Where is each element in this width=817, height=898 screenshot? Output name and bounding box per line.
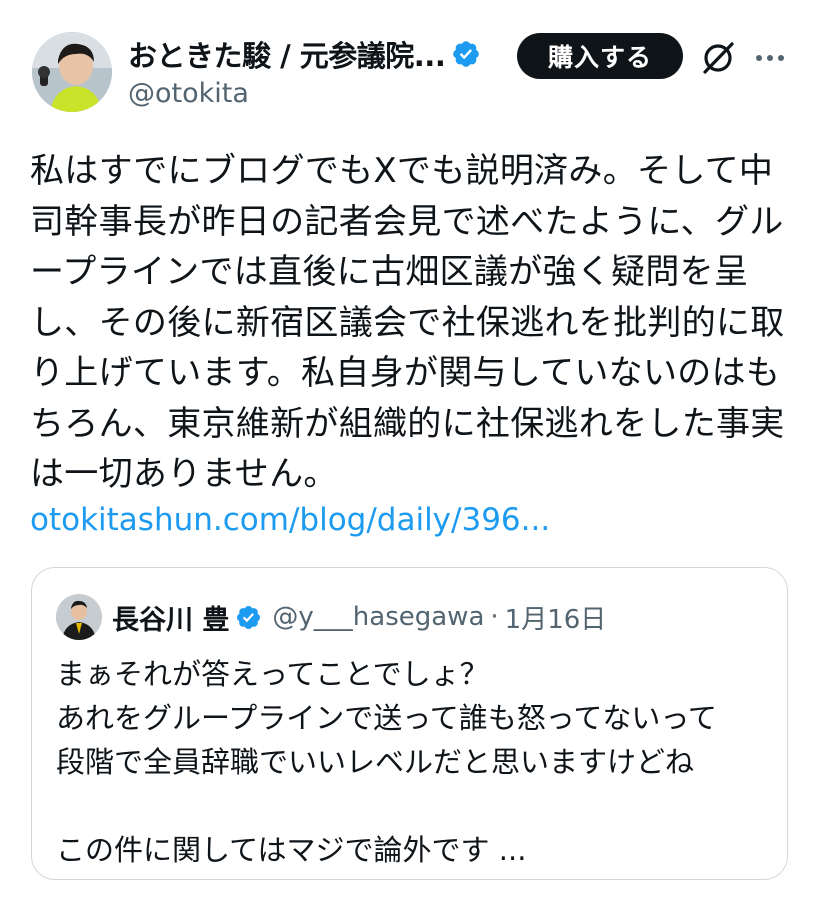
author-photo bbox=[32, 32, 112, 112]
tweet-text-line: ちろん、東京維新が組織的に社保逃れをした事実 bbox=[30, 403, 785, 444]
author-avatar[interactable] bbox=[32, 32, 112, 112]
tweet-text: 私はすでにブログでもXでも説明済み。そして中 司幹事長が昨日の記者会見で述べたよ… bbox=[30, 146, 790, 500]
quote-tweet-card[interactable]: 長谷川 豊 @y___hasegawa · 1月16日 まぁそれが答えってことで… bbox=[31, 567, 788, 880]
quote-text-line: この件に関してはマジで論外です ... bbox=[56, 833, 527, 867]
quote-text: まぁそれが答えってことでしょ？ あれをグループラインで送って誰も怒ってないって … bbox=[56, 652, 717, 872]
verified-badge-icon[interactable] bbox=[451, 39, 481, 69]
quote-text-line bbox=[56, 784, 717, 828]
more-dots-icon[interactable] bbox=[752, 40, 788, 76]
buy-button[interactable]: 購入する bbox=[517, 33, 683, 79]
quote-text-line: まぁそれが答えってことでしょ？ bbox=[56, 657, 489, 691]
quote-separator: · bbox=[490, 602, 499, 632]
tweet-text-line: し、その後に新宿区議会で社保逃れを批判的に取 bbox=[30, 302, 785, 343]
verified-badge-icon[interactable] bbox=[235, 604, 262, 631]
quote-date[interactable]: 1月16日 bbox=[505, 599, 607, 636]
tweet-text-line: 私はすでにブログでもXでも説明済み。そして中 bbox=[30, 151, 774, 191]
grok-slash-icon[interactable] bbox=[698, 38, 738, 78]
quote-author-photo bbox=[56, 594, 102, 640]
tweet-text-line: り上げています。私自身が関与していないのはも bbox=[30, 353, 781, 393]
author-handle[interactable]: @otokita bbox=[128, 78, 249, 109]
author-name-row[interactable]: おときた駿 / 元参議院... bbox=[128, 30, 481, 78]
quote-text-line: 段階で全員辞職でいいレベルだと思いますけどね bbox=[56, 745, 695, 779]
quote-author-avatar[interactable] bbox=[56, 594, 102, 640]
tweet-text-line: 司幹事長が昨日の記者会見で述べたように、グル bbox=[30, 201, 784, 242]
quote-text-line: あれをグループラインで送って誰も怒ってないって bbox=[56, 701, 717, 735]
tweet-link[interactable]: otokitashun.com/blog/daily/396... bbox=[30, 496, 550, 544]
quote-author-handle[interactable]: @y___hasegawa bbox=[272, 602, 484, 632]
tweet-text-line: ープラインでは直後に古畑区議が強く疑問を呈 bbox=[30, 252, 749, 292]
author-display-name[interactable]: おときた駿 / 元参議院... bbox=[128, 33, 446, 75]
quote-header: 長谷川 豊 @y___hasegawa · 1月16日 bbox=[112, 594, 606, 640]
quote-author-name[interactable]: 長谷川 豊 bbox=[112, 598, 229, 637]
tweet-text-line: は一切ありません。 bbox=[30, 454, 338, 494]
